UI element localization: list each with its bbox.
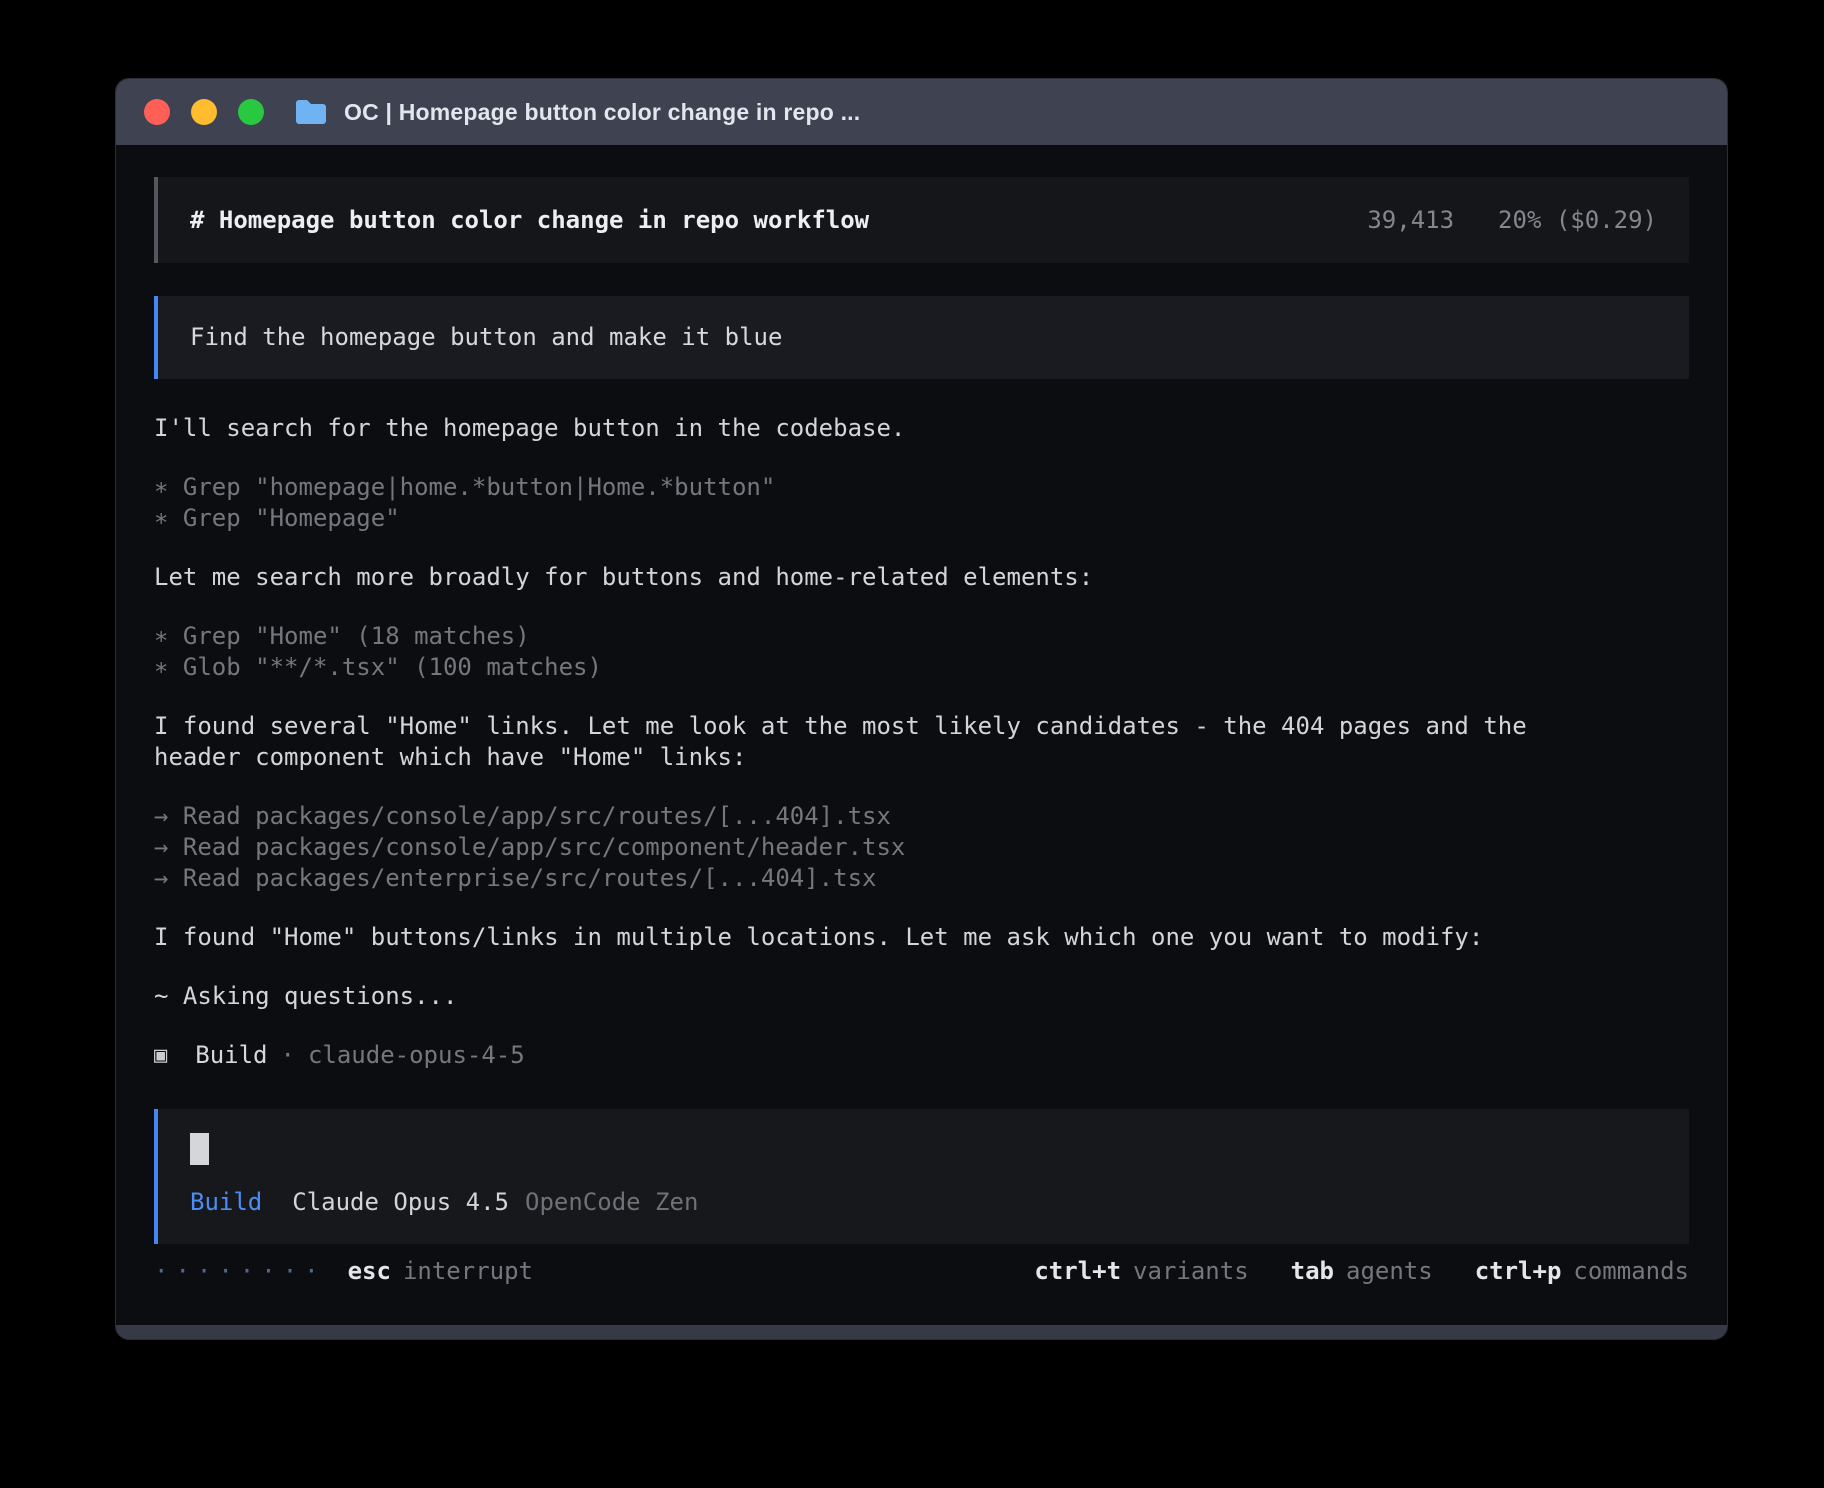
chat-block: ∗ Grep "homepage|home.*button|Home.*butt… xyxy=(154,472,1689,534)
user-message: Find the homepage button and make it blu… xyxy=(154,296,1689,379)
folder-icon xyxy=(294,98,328,126)
chat-block: ~ Asking questions... xyxy=(154,981,1689,1012)
shortcut-key: ctrl+t xyxy=(1034,1256,1121,1287)
agent-status-name: Build xyxy=(195,1040,267,1071)
chat-line: → Read packages/console/app/src/componen… xyxy=(154,832,1689,863)
spinner-dots: ········ xyxy=(154,1256,326,1287)
chat-line: ~ Asking questions... xyxy=(154,981,1689,1012)
terminal-window: OC | Homepage button color change in rep… xyxy=(115,78,1728,1340)
chat-line: I'll search for the homepage button in t… xyxy=(154,413,1689,444)
prompt-input[interactable]: Build Claude Opus 4.5 OpenCode Zen xyxy=(154,1109,1689,1244)
conversation: I'll search for the homepage button in t… xyxy=(154,413,1689,1012)
shortcut-hints: ctrl+t variants tab agents ctrl+p commands xyxy=(1034,1256,1689,1287)
shortcut-label: commands xyxy=(1573,1256,1689,1287)
status-left: ········ esc interrupt xyxy=(154,1256,533,1287)
agent-status-icon: ▣ xyxy=(154,1040,167,1071)
chat-block: Let me search more broadly for buttons a… xyxy=(154,562,1689,593)
shortcut-key: ctrl+p xyxy=(1475,1256,1562,1287)
shortcut-hint: ctrl+t variants xyxy=(1034,1256,1248,1287)
shortcut-label: agents xyxy=(1346,1256,1433,1287)
agent-status-separator: · xyxy=(281,1040,295,1071)
chat-line: → Read packages/console/app/src/routes/[… xyxy=(154,801,1689,832)
chat-line: Let me search more broadly for buttons a… xyxy=(154,562,1689,593)
zoom-button[interactable] xyxy=(238,99,264,125)
shortcut-hint: ctrl+p commands xyxy=(1475,1256,1689,1287)
chat-line: → Read packages/enterprise/src/routes/[.… xyxy=(154,863,1689,894)
session-stats: 39,413 20% ($0.29) xyxy=(1367,206,1657,234)
desktop: OC | Homepage button color change in rep… xyxy=(0,0,1824,1488)
shortcut-label: variants xyxy=(1133,1256,1249,1287)
active-model[interactable]: Claude Opus 4.5 xyxy=(292,1187,509,1218)
window-title-group: OC | Homepage button color change in rep… xyxy=(294,98,860,126)
token-count: 39,413 xyxy=(1367,206,1454,234)
status-bar: ········ esc interrupt ctrl+t variants tab… xyxy=(154,1256,1689,1287)
chat-block: I'll search for the homepage button in t… xyxy=(154,413,1689,444)
minimize-button[interactable] xyxy=(191,99,217,125)
model-provider: OpenCode Zen xyxy=(525,1187,698,1218)
agent-status-model: claude-opus-4-5 xyxy=(308,1040,525,1071)
chat-line: ∗ Grep "Home" (18 matches) xyxy=(154,621,1689,652)
chat-block: ∗ Grep "Home" (18 matches)∗ Glob "**/*.t… xyxy=(154,621,1689,683)
agent-status-line: ▣ Build · claude-opus-4-5 xyxy=(154,1040,1689,1071)
chat-block: I found several "Home" links. Let me loo… xyxy=(154,711,1689,773)
shortcut-hint: tab agents xyxy=(1291,1256,1433,1287)
text-cursor xyxy=(190,1133,209,1165)
chat-line: header component which have "Home" links… xyxy=(154,742,1689,773)
context-usage: 20% ($0.29) xyxy=(1498,206,1657,234)
session-header: # Homepage button color change in repo w… xyxy=(154,177,1689,263)
shortcut-key: tab xyxy=(1291,1256,1334,1287)
input-footer: Build Claude Opus 4.5 OpenCode Zen xyxy=(190,1187,1657,1218)
chat-line: ∗ Grep "homepage|home.*button|Home.*butt… xyxy=(154,472,1689,503)
window-title: OC | Homepage button color change in rep… xyxy=(344,99,860,126)
chat-block: → Read packages/console/app/src/routes/[… xyxy=(154,801,1689,894)
chat-line: ∗ Grep "Homepage" xyxy=(154,503,1689,534)
esc-key-hint: esc xyxy=(348,1256,391,1287)
session-title: # Homepage button color change in repo w… xyxy=(190,206,869,234)
active-agent[interactable]: Build xyxy=(190,1187,262,1218)
chat-line: ∗ Glob "**/*.tsx" (100 matches) xyxy=(154,652,1689,683)
chat-line: I found "Home" buttons/links in multiple… xyxy=(154,922,1689,953)
traffic-lights xyxy=(144,99,264,125)
window-bottom-bezel xyxy=(116,1325,1727,1340)
esc-key-label: interrupt xyxy=(403,1256,533,1287)
chat-block: I found "Home" buttons/links in multiple… xyxy=(154,922,1689,953)
titlebar[interactable]: OC | Homepage button color change in rep… xyxy=(116,79,1727,145)
chat-line: I found several "Home" links. Let me loo… xyxy=(154,711,1689,742)
terminal-content: # Homepage button color change in repo w… xyxy=(116,145,1727,1340)
close-button[interactable] xyxy=(144,99,170,125)
